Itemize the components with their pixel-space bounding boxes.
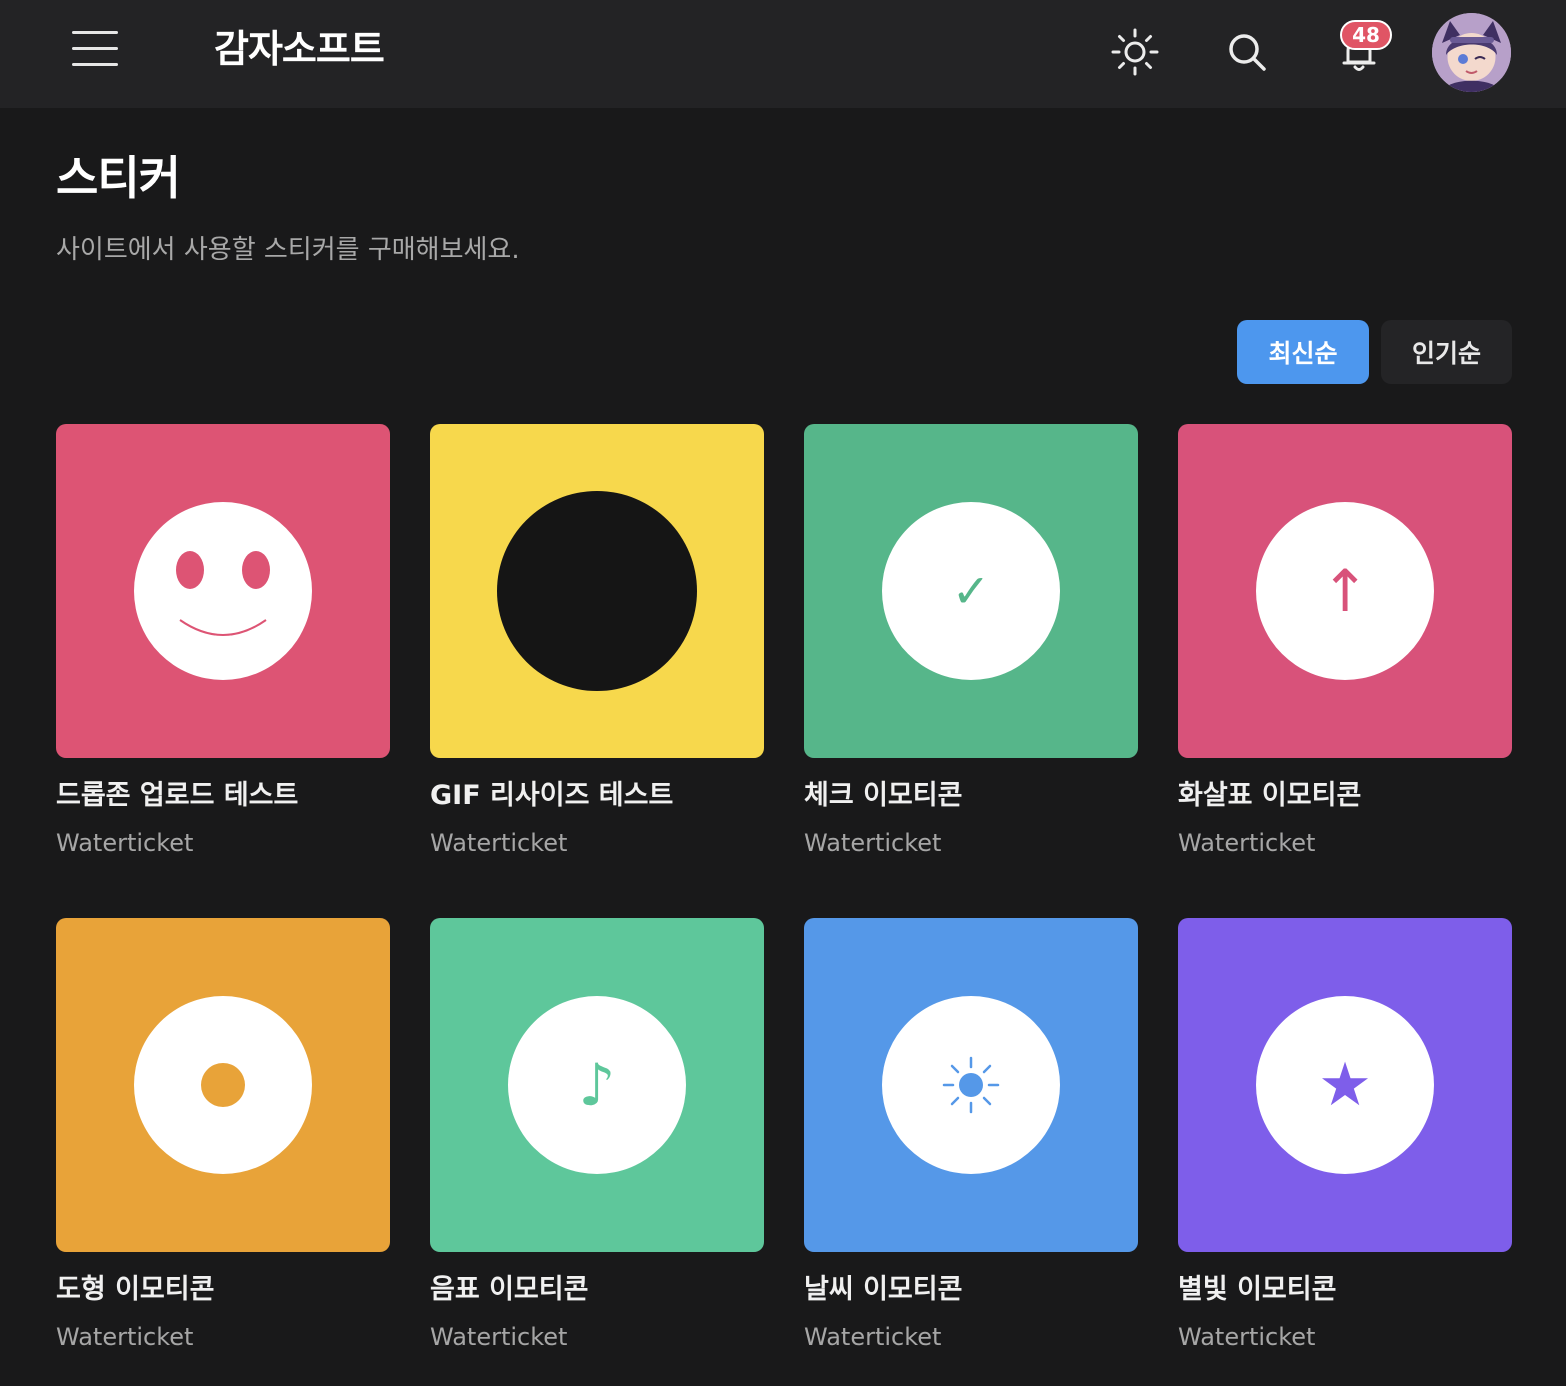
sticker-thumbnail[interactable]	[430, 424, 764, 758]
site-brand-logo[interactable]: 감자소프트	[214, 24, 385, 74]
sticker-thumbnail[interactable]	[804, 918, 1138, 1252]
sticker-card-3[interactable]: ✓ 체크 이모티콘 Waterticket	[804, 424, 1138, 857]
black-circle-icon	[497, 491, 697, 691]
smiley-face-icon	[134, 502, 312, 680]
sticker-card-6[interactable]: ♪ 음표 이모티콘 Waterticket	[430, 918, 764, 1351]
sun-icon	[882, 996, 1060, 1174]
dot-icon	[134, 996, 312, 1174]
sticker-author: Waterticket	[804, 1323, 942, 1351]
sticker-card-1[interactable]: 드롭존 업로드 테스트 Waterticket	[56, 424, 390, 857]
sticker-title: 체크 이모티콘	[804, 780, 963, 811]
sticker-thumbnail[interactable]: ★	[1178, 918, 1512, 1252]
notification-count-badge: 48	[1340, 20, 1392, 50]
sticker-author: Waterticket	[56, 1323, 194, 1351]
sticker-thumbnail[interactable]	[56, 918, 390, 1252]
sticker-author: Waterticket	[430, 829, 568, 857]
sort-popular-button[interactable]: 인기순	[1381, 320, 1512, 384]
check-icon: ✓	[882, 502, 1060, 680]
sticker-title: 도형 이모티콘	[56, 1274, 215, 1305]
sticker-title: 음표 이모티콘	[430, 1274, 589, 1305]
sticker-title: 별빛 이모티콘	[1178, 1274, 1337, 1305]
sticker-title: 날씨 이모티콘	[804, 1274, 963, 1305]
sticker-title: 드롭존 업로드 테스트	[56, 780, 299, 811]
sort-latest-button[interactable]: 최신순	[1237, 320, 1369, 384]
arrow-up-icon: ↑	[1256, 502, 1434, 680]
hamburger-menu-icon[interactable]	[72, 31, 118, 67]
sticker-thumbnail[interactable]: ♪	[430, 918, 764, 1252]
sticker-card-5[interactable]: 도형 이모티콘 Waterticket	[56, 918, 390, 1351]
sticker-card-4[interactable]: ↑ 화살표 이모티콘 Waterticket	[1178, 424, 1512, 857]
sticker-author: Waterticket	[56, 829, 194, 857]
star-icon: ★	[1256, 996, 1434, 1174]
sticker-thumbnail[interactable]	[56, 424, 390, 758]
sticker-thumbnail[interactable]: ↑	[1178, 424, 1512, 758]
sticker-author: Waterticket	[1178, 1323, 1316, 1351]
page-title: 스티커	[56, 151, 181, 205]
music-note-icon: ♪	[508, 996, 686, 1174]
theme-toggle-sun-icon[interactable]	[1109, 26, 1161, 78]
sticker-card-8[interactable]: ★ 별빛 이모티콘 Waterticket	[1178, 918, 1512, 1351]
sticker-thumbnail[interactable]: ✓	[804, 424, 1138, 758]
sticker-card-2[interactable]: GIF 리사이즈 테스트 Waterticket	[430, 424, 764, 857]
user-avatar[interactable]	[1432, 13, 1511, 92]
sticker-title: 화살표 이모티콘	[1178, 780, 1362, 811]
search-icon[interactable]	[1221, 26, 1273, 78]
sticker-author: Waterticket	[1178, 829, 1316, 857]
sticker-author: Waterticket	[804, 829, 942, 857]
page-description: 사이트에서 사용할 스티커를 구매해보세요.	[56, 235, 520, 265]
sticker-author: Waterticket	[430, 1323, 568, 1351]
sticker-title: GIF 리사이즈 테스트	[430, 780, 674, 811]
sticker-card-7[interactable]: 날씨 이모티콘 Waterticket	[804, 918, 1138, 1351]
top-navigation-bar: 감자소프트 48	[0, 0, 1566, 108]
